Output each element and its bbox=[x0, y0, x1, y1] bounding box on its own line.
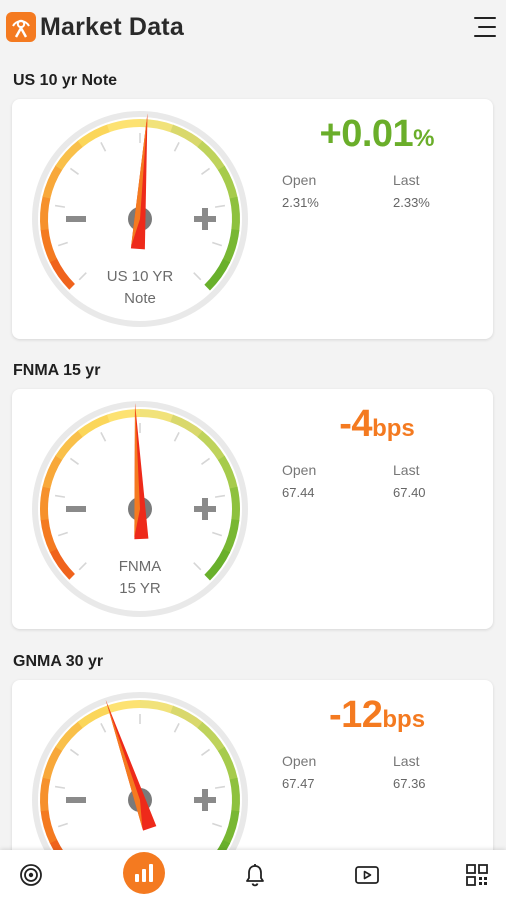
market-logo-icon bbox=[6, 12, 36, 42]
hamburger-menu-icon[interactable] bbox=[472, 15, 496, 41]
change-value: -4bps bbox=[302, 403, 452, 446]
section-title-gnma30yr: GNMA 30 yr bbox=[13, 653, 104, 670]
gauge-label-line1: US 10 YR bbox=[107, 268, 174, 285]
market-card-fnma15yr[interactable]: FNMA 15 YR -4bps Open 67.44 Last 67.40 bbox=[12, 389, 493, 629]
nav-target[interactable] bbox=[8, 850, 54, 900]
last-value: 67.40 bbox=[393, 485, 426, 500]
gauge-arc-segment bbox=[229, 196, 240, 232]
gauge-plus-sign bbox=[202, 208, 208, 230]
bottom-nav bbox=[0, 850, 506, 900]
change-number: -12 bbox=[328, 694, 383, 736]
last-value: 2.33% bbox=[393, 195, 430, 210]
page-title: Market Data bbox=[40, 13, 184, 41]
open-label: Open bbox=[282, 462, 317, 478]
gauge-minus-sign bbox=[66, 506, 86, 512]
last-label: Last bbox=[393, 172, 420, 188]
change-unit: % bbox=[413, 125, 435, 152]
gauge-arc-segment bbox=[40, 485, 51, 521]
section-title-us10yr: US 10 yr Note bbox=[13, 72, 118, 89]
change-number: +0.01 bbox=[319, 113, 414, 155]
nav-market-data[interactable] bbox=[123, 852, 165, 894]
section-title-fnma15yr: FNMA 15 yr bbox=[13, 362, 101, 379]
open-label: Open bbox=[282, 172, 317, 188]
gauge-label-line1: FNMA bbox=[119, 558, 162, 575]
last-label: Last bbox=[393, 462, 420, 478]
gauge-label-line2: 15 YR bbox=[119, 580, 161, 597]
gauge-plus-sign bbox=[202, 789, 208, 811]
open-value: 67.44 bbox=[282, 485, 315, 500]
last-value: 67.36 bbox=[393, 776, 426, 791]
nav-more[interactable] bbox=[454, 850, 500, 900]
gauge-plus-sign bbox=[202, 498, 208, 520]
gauge-arc-segment bbox=[40, 776, 51, 812]
change-value: -12bps bbox=[302, 694, 452, 737]
gauge: FNMA 15 YR bbox=[32, 401, 248, 617]
last-label: Last bbox=[393, 753, 420, 769]
gauge-minus-sign bbox=[66, 216, 86, 222]
change-unit: bps bbox=[382, 706, 426, 733]
nav-alerts[interactable] bbox=[232, 850, 278, 900]
open-label: Open bbox=[282, 753, 317, 769]
bar-chart-icon bbox=[135, 864, 153, 882]
change-number: -4 bbox=[339, 403, 373, 445]
play-video-icon bbox=[355, 866, 379, 884]
target-icon bbox=[20, 864, 42, 886]
grid-icon bbox=[466, 864, 488, 886]
bell-icon bbox=[246, 864, 264, 887]
change-value: +0.01% bbox=[302, 113, 452, 156]
gauge-minus-sign bbox=[66, 797, 86, 803]
gauge-arc-segment bbox=[229, 777, 240, 813]
app-header: Market Data bbox=[0, 0, 506, 58]
change-unit: bps bbox=[372, 415, 415, 442]
gauge-label-line2: Note bbox=[124, 290, 156, 307]
open-value: 67.47 bbox=[282, 776, 315, 791]
gauge-arc-segment bbox=[40, 195, 51, 231]
market-card-us10yr[interactable]: US 10 YR Note +0.01% Open 2.31% Last 2.33… bbox=[12, 99, 493, 339]
open-value: 2.31% bbox=[282, 195, 319, 210]
nav-video[interactable] bbox=[344, 850, 390, 900]
gauge-arc-segment bbox=[229, 486, 240, 522]
gauge: US 10 YR Note bbox=[32, 111, 248, 327]
